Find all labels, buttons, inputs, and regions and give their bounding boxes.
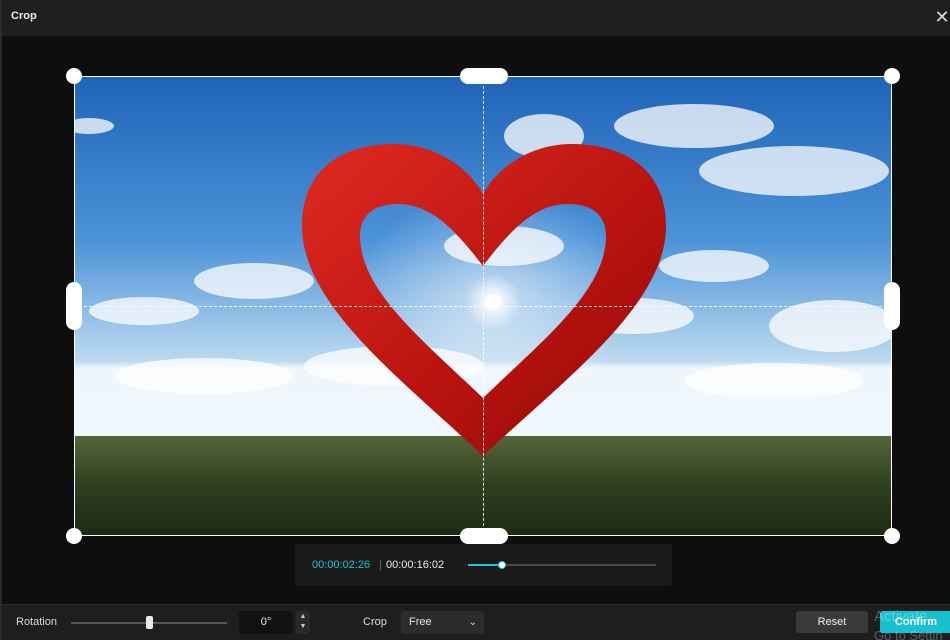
crop-label: Crop [363,616,387,628]
crop-handle-top-left[interactable] [66,68,82,84]
title-bar: Crop ✕ [2,0,950,36]
crop-handle-bottom-right[interactable] [884,528,900,544]
time-separator: | [379,559,382,571]
confirm-button[interactable]: Confirm [880,611,950,633]
dialog-title: Crop [11,10,37,22]
bottom-toolbar: Rotation 0° ▲ ▼ Crop Free ⌄ Reset Confir… [2,604,950,640]
reset-button[interactable]: Reset [796,611,868,633]
crop-handle-top[interactable] [460,68,508,84]
crop-handle-bottom[interactable] [460,528,508,544]
playback-scrubber-handle[interactable] [497,561,506,569]
rotation-slider-thumb[interactable] [146,616,153,629]
crop-handle-top-right[interactable] [884,68,900,84]
chevron-down-icon: ⌄ [468,617,477,628]
close-icon[interactable]: ✕ [932,7,950,27]
current-time: 00:00:02:26 [312,559,371,571]
rotation-label: Rotation [16,616,57,628]
playback-progress-track[interactable] [468,561,656,569]
crop-guide-horizontal [74,306,892,307]
crop-ratio-select[interactable]: Free ⌄ [401,611,484,634]
crop-dialog: Crop ✕ 00:00:02:26 | 00:00:16:02 Rotatio… [0,0,950,640]
crop-handle-left[interactable] [66,282,82,330]
stepper-down-icon[interactable]: ▼ [296,622,310,632]
playback-bar: 00:00:02:26 | 00:00:16:02 [295,544,672,586]
crop-ratio-value: Free [409,616,432,628]
total-time: 00:00:16:02 [386,559,445,571]
crop-handle-right[interactable] [884,282,900,330]
rotation-slider[interactable] [71,616,227,629]
playback-progress-fill [468,564,502,566]
stepper-up-icon[interactable]: ▲ [296,612,310,622]
crop-handle-bottom-left[interactable] [66,528,82,544]
rotation-input[interactable]: 0° [239,611,293,634]
rotation-stepper[interactable]: ▲ ▼ [296,611,310,634]
